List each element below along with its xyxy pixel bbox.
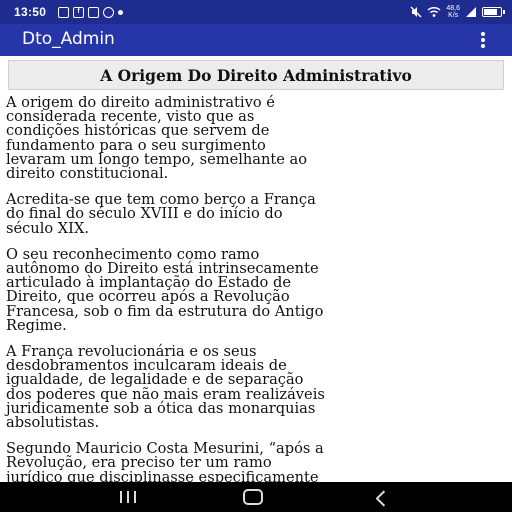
signal-icon [466, 7, 476, 17]
article-paragraph: Acredita-se que tem como berço a França d… [6, 192, 512, 237]
app-bar: Dto_Admin [0, 24, 512, 56]
article-paragraph: O seu reconhecimento como ramo autônomo d… [6, 247, 512, 334]
battery-icon [482, 7, 505, 17]
notification-dot-icon [118, 9, 123, 15]
wifi-icon [427, 6, 441, 17]
article-body: A origem do direito administrativo é cons… [6, 95, 512, 482]
article-heading: A Origem Do Direito Administrativo [100, 65, 412, 85]
status-time: 13:50 [14, 5, 47, 19]
navigation-bar [0, 482, 512, 512]
article-heading-box: A Origem Do Direito Administrativo [8, 60, 504, 90]
status-indicators: 48,6 K/s [410, 4, 505, 20]
network-speed-value: 48,6 [446, 5, 460, 12]
portal-icon [88, 6, 99, 18]
home-icon[interactable] [243, 489, 263, 505]
battery-fill [484, 9, 497, 15]
article-line: Francesa, sob o fim da estrutura do Anti… [6, 302, 324, 320]
article-paragraph: A França revolucionária e os seus desdobr… [6, 344, 512, 432]
message-icon [58, 6, 69, 18]
facebook-icon: f [73, 6, 84, 18]
status-bar: 13:50 f 48,6 K/s [0, 0, 512, 24]
article-line: jurídico que disciplinasse especificamen… [6, 468, 319, 482]
article-line: direito constitucional. [6, 165, 169, 183]
article-paragraph: Segundo Mauricio Costa Mesurini, “após a… [6, 441, 512, 482]
back-icon[interactable] [372, 490, 388, 506]
network-speed-unit: K/s [448, 12, 459, 19]
network-speed: 48,6 K/s [446, 5, 460, 19]
article-scroll-view[interactable]: A Origem Do Direito Administrativo A ori… [0, 56, 512, 482]
more-vert-icon[interactable] [480, 32, 486, 48]
article-line: século XIX. [6, 219, 89, 237]
recents-icon[interactable] [120, 491, 136, 504]
app-title: Dto_Admin [22, 29, 115, 49]
mute-icon [410, 6, 422, 18]
article-line: absolutistas. [6, 414, 100, 432]
article-paragraph: A origem do direito administrativo é cons… [6, 95, 512, 183]
at-icon [103, 6, 114, 18]
status-notifications: f [58, 5, 123, 19]
article-line: Regime. [6, 316, 67, 334]
